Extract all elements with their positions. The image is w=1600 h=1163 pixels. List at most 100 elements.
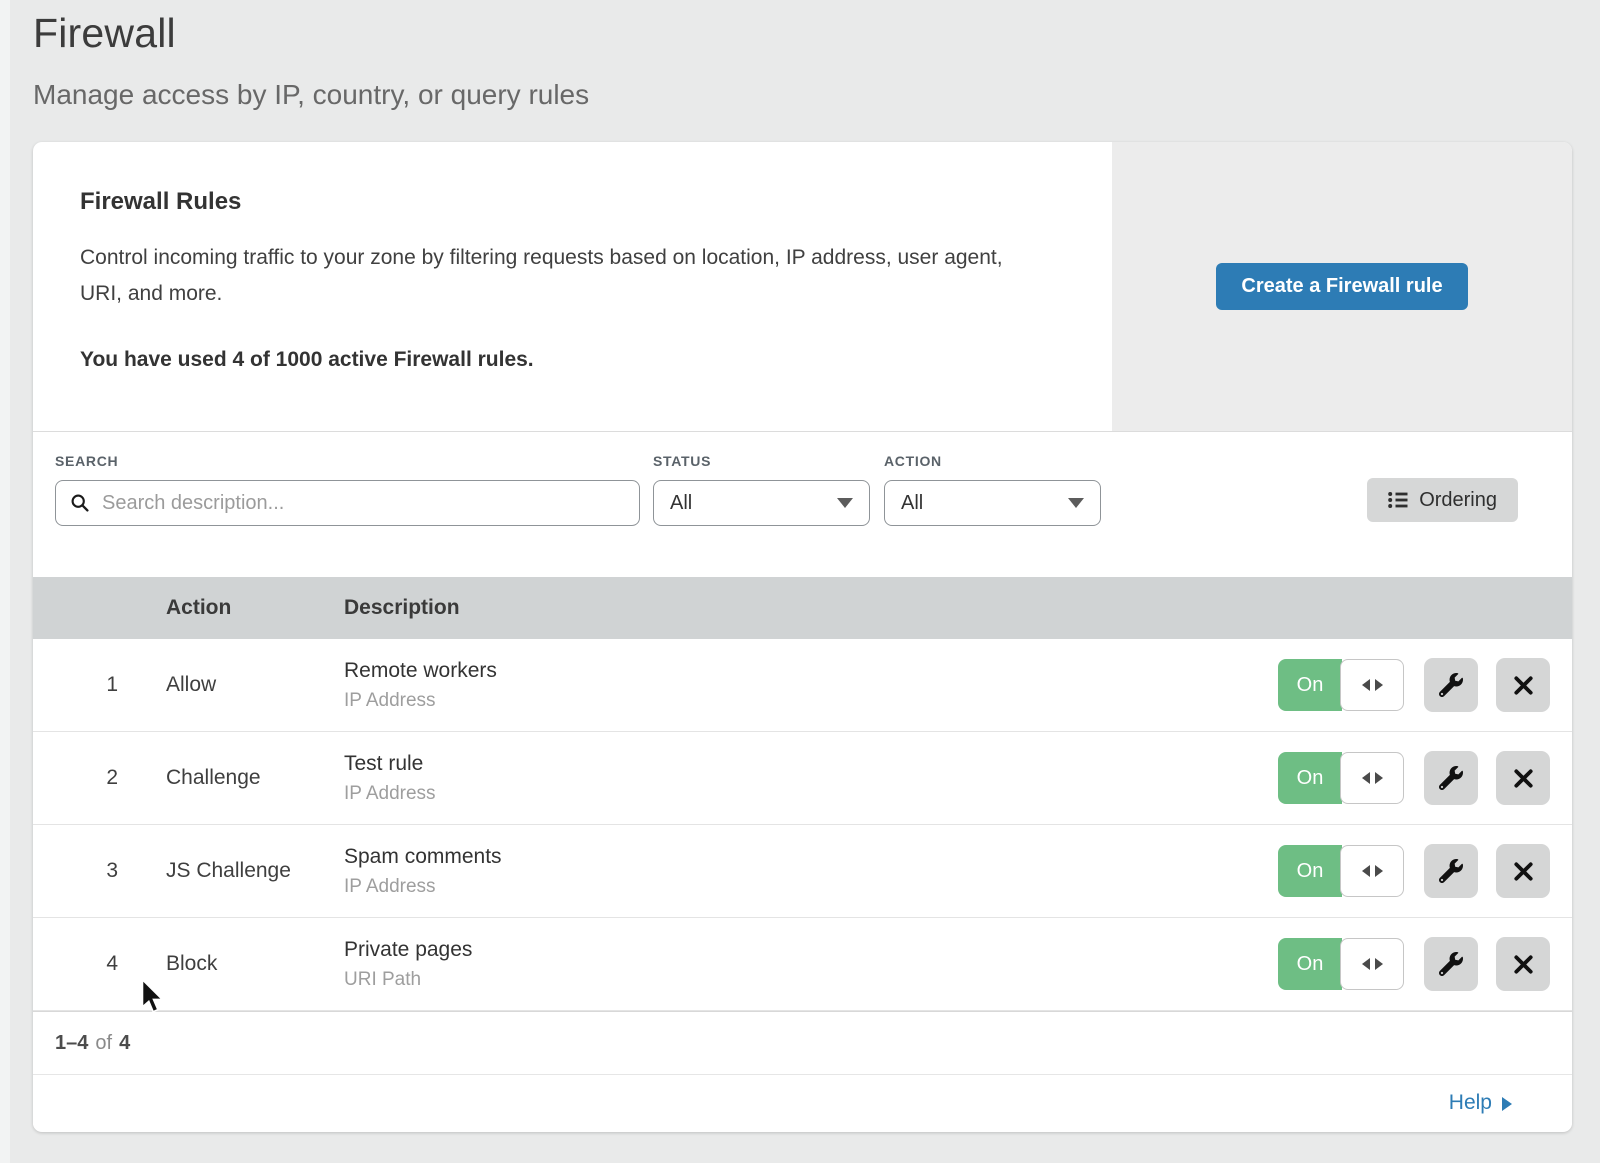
toggle-on-label: On	[1278, 752, 1342, 804]
rule-description-cell: Test rule IP Address	[344, 752, 1278, 805]
pagination-of: of	[95, 1032, 112, 1055]
card-header-text: Firewall Rules Control incoming traffic …	[33, 142, 1112, 431]
chevron-down-icon	[837, 498, 853, 508]
rule-field-type: URI Path	[344, 969, 1278, 991]
arrow-right-icon	[1502, 1097, 1512, 1111]
help-link[interactable]: Help	[1449, 1091, 1512, 1115]
description-column-header: Description	[344, 596, 1572, 620]
rule-priority: 4	[33, 952, 118, 976]
help-link-label: Help	[1449, 1091, 1492, 1115]
wrench-icon	[1439, 859, 1463, 883]
pagination-total: 4	[119, 1032, 130, 1055]
filters-bar: SEARCH STATUS All	[33, 432, 1572, 577]
delete-rule-button[interactable]	[1496, 937, 1550, 991]
rule-enabled-toggle[interactable]: On	[1278, 659, 1406, 711]
toggle-handle[interactable]	[1340, 752, 1404, 804]
create-rule-panel: Create a Firewall rule	[1112, 142, 1572, 431]
window-left-gutter	[0, 0, 10, 1163]
ordered-list-icon	[1388, 491, 1408, 509]
action-select[interactable]: All	[884, 480, 1101, 526]
rule-controls: On	[1278, 658, 1572, 712]
status-selected-value: All	[670, 492, 692, 515]
search-box[interactable]	[55, 480, 640, 526]
rule-controls: On	[1278, 937, 1572, 991]
left-right-arrows-icon	[1375, 865, 1383, 877]
page-title: Firewall	[33, 10, 1572, 57]
rule-description: Test rule	[344, 752, 1278, 776]
search-input[interactable]	[100, 491, 625, 516]
status-label: STATUS	[653, 453, 870, 469]
left-right-arrows-icon	[1362, 865, 1370, 877]
rule-field-type: IP Address	[344, 876, 1278, 898]
rule-action: Challenge	[118, 766, 344, 790]
rule-enabled-toggle[interactable]: On	[1278, 845, 1406, 897]
ordering-button[interactable]: Ordering	[1367, 478, 1518, 522]
delete-rule-button[interactable]	[1496, 751, 1550, 805]
edit-rule-button[interactable]	[1424, 844, 1478, 898]
help-bar: Help	[33, 1074, 1572, 1131]
rule-priority: 1	[33, 673, 118, 697]
rule-enabled-toggle[interactable]: On	[1278, 938, 1406, 990]
status-select[interactable]: All	[653, 480, 870, 526]
firewall-page: Firewall Manage access by IP, country, o…	[33, 0, 1572, 1132]
rules-usage-text: You have used 4 of 1000 active Firewall …	[80, 348, 1052, 372]
rule-action: Block	[118, 952, 344, 976]
wrench-icon	[1439, 766, 1463, 790]
create-firewall-rule-button[interactable]: Create a Firewall rule	[1216, 263, 1467, 310]
delete-rule-button[interactable]	[1496, 658, 1550, 712]
rule-field-type: IP Address	[344, 783, 1278, 805]
toggle-handle[interactable]	[1340, 845, 1404, 897]
rule-description: Private pages	[344, 938, 1278, 962]
action-selected-value: All	[901, 492, 923, 515]
toggle-on-label: On	[1278, 938, 1342, 990]
action-label: ACTION	[884, 453, 1101, 469]
rule-description: Spam comments	[344, 845, 1278, 869]
close-icon	[1512, 767, 1535, 790]
toggle-handle[interactable]	[1340, 659, 1404, 711]
pagination-range: 1–4	[55, 1032, 88, 1055]
table-header: Action Description	[33, 577, 1572, 639]
card-heading: Firewall Rules	[80, 188, 1052, 216]
rule-description: Remote workers	[344, 659, 1278, 683]
rule-action: Allow	[118, 673, 344, 697]
action-column-header: Action	[118, 596, 344, 620]
edit-rule-button[interactable]	[1424, 937, 1478, 991]
rule-priority: 2	[33, 766, 118, 790]
left-right-arrows-icon	[1375, 958, 1383, 970]
delete-rule-button[interactable]	[1496, 844, 1550, 898]
status-filter-group: STATUS All	[653, 453, 870, 526]
card-header: Firewall Rules Control incoming traffic …	[33, 142, 1572, 432]
chevron-down-icon	[1068, 498, 1084, 508]
edit-rule-button[interactable]	[1424, 751, 1478, 805]
search-filter-group: SEARCH	[55, 453, 640, 526]
table-row: 1 Allow Remote workers IP Address On	[33, 639, 1572, 732]
toggle-on-label: On	[1278, 845, 1342, 897]
left-right-arrows-icon	[1362, 958, 1370, 970]
ordering-button-label: Ordering	[1419, 489, 1497, 512]
rule-description-cell: Remote workers IP Address	[344, 659, 1278, 712]
wrench-icon	[1439, 952, 1463, 976]
toggle-handle[interactable]	[1340, 938, 1404, 990]
left-right-arrows-icon	[1362, 772, 1370, 784]
search-label: SEARCH	[55, 453, 640, 469]
rule-action: JS Challenge	[118, 859, 344, 883]
rule-field-type: IP Address	[344, 690, 1278, 712]
close-icon	[1512, 674, 1535, 697]
action-filter-group: ACTION All	[884, 453, 1101, 526]
search-icon	[70, 493, 90, 513]
rule-description-cell: Private pages URI Path	[344, 938, 1278, 991]
edit-rule-button[interactable]	[1424, 658, 1478, 712]
close-icon	[1512, 953, 1535, 976]
rule-description-cell: Spam comments IP Address	[344, 845, 1278, 898]
rule-enabled-toggle[interactable]: On	[1278, 752, 1406, 804]
table-row: 2 Challenge Test rule IP Address On	[33, 732, 1572, 825]
left-right-arrows-icon	[1375, 679, 1383, 691]
pagination-bar: 1–4 of 4	[33, 1011, 1572, 1074]
card-description: Control incoming traffic to your zone by…	[80, 240, 1030, 312]
mouse-cursor	[141, 979, 165, 1018]
table-row: 4 Block Private pages URI Path On	[33, 918, 1572, 1011]
left-right-arrows-icon	[1362, 679, 1370, 691]
firewall-rules-card: Firewall Rules Control incoming traffic …	[33, 142, 1572, 1132]
left-right-arrows-icon	[1375, 772, 1383, 784]
rule-priority: 3	[33, 859, 118, 883]
